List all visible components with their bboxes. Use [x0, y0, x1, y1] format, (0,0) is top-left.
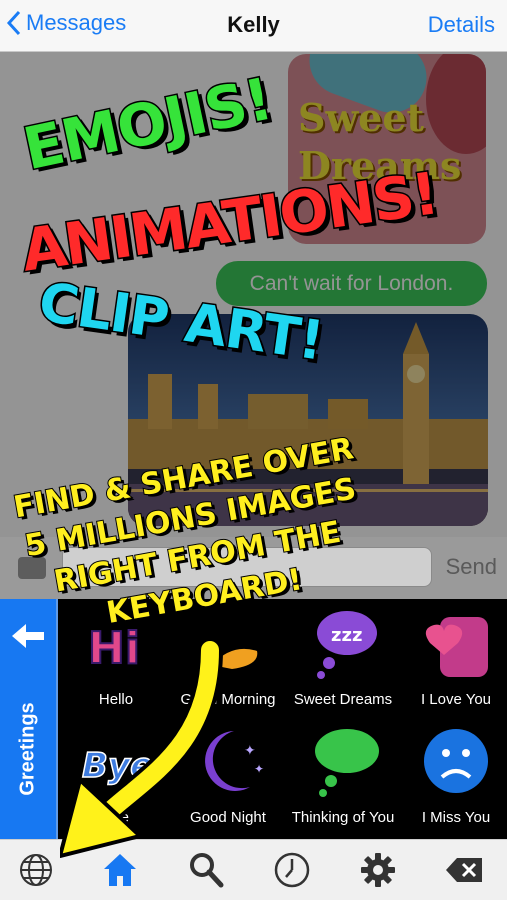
- details-button[interactable]: Details: [428, 12, 495, 38]
- keyboard-toolbar: [0, 839, 507, 900]
- search-icon: [190, 853, 224, 888]
- sticker-i-love-you[interactable]: I Love You: [400, 599, 507, 717]
- sticker-label: Hello: [98, 691, 134, 708]
- send-button[interactable]: Send: [446, 554, 497, 580]
- love-sticker-icon: [425, 617, 488, 677]
- home-button[interactable]: [100, 850, 140, 890]
- sticker-label: I Miss You: [421, 809, 491, 826]
- sticker-bye[interactable]: Bye Bye: [60, 717, 172, 835]
- search-button[interactable]: [186, 850, 226, 890]
- moon-icon: ✦ ✦: [205, 731, 264, 791]
- sticker-label: Good Morning: [180, 691, 276, 708]
- sticker-label: Sweet Dreams: [293, 691, 393, 708]
- sleep-bubble-icon: zzz: [317, 611, 377, 679]
- svg-text:✦: ✦: [244, 742, 256, 758]
- delete-button[interactable]: [444, 850, 484, 890]
- gear-icon: [361, 853, 395, 887]
- recent-button[interactable]: [272, 850, 312, 890]
- nav-bar: Messages Kelly Details: [0, 0, 507, 52]
- svg-text:✦: ✦: [254, 762, 264, 776]
- sticker-label: Bye: [103, 809, 129, 826]
- home-icon: [104, 854, 136, 886]
- sticker-label: Good Night: [190, 809, 266, 826]
- svg-text:Bye: Bye: [82, 746, 153, 786]
- sticker-label: Thinking of You: [291, 809, 395, 826]
- category-label: Greetings: [16, 702, 39, 796]
- clock-icon: [274, 852, 310, 888]
- sticker-sweet-dreams[interactable]: zzz Sweet Dreams: [287, 599, 399, 717]
- bye-sticker-art: Bye: [81, 745, 154, 787]
- globe-button[interactable]: [16, 850, 56, 890]
- settings-button[interactable]: [358, 850, 398, 890]
- delete-icon: [446, 858, 482, 882]
- globe-icon: [20, 854, 52, 886]
- svg-text:zzz: zzz: [331, 625, 362, 646]
- sticker-good-night[interactable]: ✦ ✦ Good Night: [172, 717, 284, 835]
- sticker-thinking-of-you[interactable]: Thinking of You: [287, 717, 399, 835]
- sticker-label: I Love You: [420, 691, 492, 708]
- sticker-i-miss-you[interactable]: I Miss You: [400, 717, 507, 835]
- thought-bubble-icon: [315, 729, 379, 797]
- sad-face-icon: [424, 729, 488, 793]
